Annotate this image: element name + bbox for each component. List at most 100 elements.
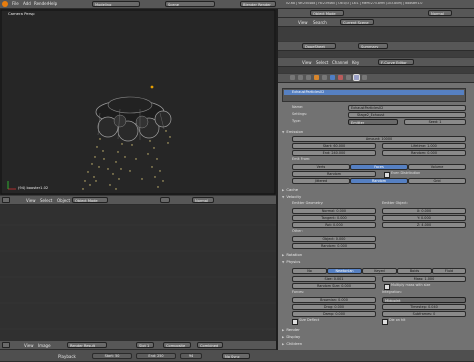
ey-field[interactable]: Y: 0.000 <box>382 215 466 221</box>
type-select[interactable]: Emitter <box>348 119 398 125</box>
menu-file[interactable]: File <box>12 1 19 6</box>
viewport-3d[interactable]: Camera Persp (94) booster1.02 <box>0 9 276 195</box>
shading-normal-select[interactable]: Normal <box>428 10 452 16</box>
ez-field[interactable]: Z: 4.000 <box>382 222 466 228</box>
mode-select[interactable]: Object Mode <box>72 197 108 203</box>
outliner-area[interactable] <box>278 27 474 41</box>
physics-no-button[interactable]: No <box>292 268 327 274</box>
outliner-search-menu[interactable]: Search <box>313 20 327 25</box>
display-panel-header[interactable]: ▶ Display <box>282 334 468 340</box>
start-field[interactable]: Start: 60.000 <box>292 143 376 149</box>
end-frame-field[interactable]: End: 250 <box>136 353 176 359</box>
size-field[interactable]: Size: 0.001 <box>292 276 376 282</box>
sync-select[interactable]: No Sync <box>222 353 250 359</box>
menu-image[interactable]: Image <box>38 343 51 348</box>
blender-logo-icon[interactable] <box>2 1 8 7</box>
settings-field[interactable]: Stage2_Exhaust <box>348 112 466 118</box>
mass-field[interactable]: Mass: 1.000 <box>382 276 466 282</box>
current-frame-field[interactable]: 94 <box>180 353 202 359</box>
editor-type-icon[interactable] <box>2 197 10 203</box>
menu-view[interactable]: View <box>26 198 36 203</box>
image-editor-type-icon[interactable] <box>2 342 10 348</box>
graph-key-menu[interactable]: Key <box>352 60 359 65</box>
constraints-tab-icon[interactable] <box>322 75 327 80</box>
object-tab-icon[interactable] <box>314 75 319 80</box>
menu-view-image[interactable]: View <box>24 343 34 348</box>
graph-select-menu[interactable]: Select <box>316 60 328 65</box>
outliner-view-menu[interactable]: View <box>298 20 308 25</box>
object-velocity-field[interactable]: Object: 0.000 <box>292 236 376 242</box>
image-select[interactable]: Render Result <box>67 342 107 348</box>
slot-select[interactable]: Slot 1 <box>136 342 154 348</box>
menu-object[interactable]: Object <box>57 198 70 203</box>
timestep-field[interactable]: Timestep: 0.040 <box>382 304 466 310</box>
integrator-select[interactable]: Midpoint <box>382 297 466 303</box>
name-field[interactable]: ExhaustParticles02 <box>348 105 466 111</box>
grid-button[interactable]: Grid <box>408 178 466 184</box>
random-size-field[interactable]: Random Size: 0.000 <box>292 283 376 289</box>
fcurve-mode-select[interactable]: F-Curve Editor <box>378 59 414 65</box>
lifetime-field[interactable]: Lifetime: 1.000 <box>382 143 466 149</box>
physics-newtonian-button[interactable]: Newtonian <box>327 268 362 274</box>
particles-tab-icon[interactable] <box>353 74 360 81</box>
random-field[interactable]: Random: 0.000 <box>382 150 466 156</box>
scene-tab-icon[interactable] <box>298 75 303 80</box>
menu-help[interactable]: Help <box>48 1 57 6</box>
render-panel-header[interactable]: ▶ Render <box>282 327 468 333</box>
pivot-select[interactable] <box>160 197 170 203</box>
jittered-button[interactable]: Jittered <box>292 178 350 184</box>
seed-field[interactable]: Seed: 1 <box>404 119 466 125</box>
emission-panel-header[interactable]: ▼ Emission <box>282 129 468 135</box>
velocity-panel-header[interactable]: ▼ Velocity <box>282 194 468 200</box>
graph-area[interactable] <box>278 67 474 73</box>
physics-boids-button[interactable]: Boids <box>397 268 432 274</box>
dopesheet-area[interactable] <box>278 51 474 57</box>
emit-verts-button[interactable]: Verts <box>292 164 350 170</box>
world-tab-icon[interactable] <box>306 75 311 80</box>
ex-field[interactable]: X: 0.000 <box>382 208 466 214</box>
scene-select[interactable]: Scene <box>165 1 215 7</box>
menu-add[interactable]: Add <box>23 1 31 6</box>
graph-view-menu[interactable]: View <box>302 60 312 65</box>
search-scope-select[interactable]: Current Scene <box>340 19 374 25</box>
tangent-field[interactable]: Tangent: 0.000 <box>292 215 376 221</box>
graph-channel-menu[interactable]: Channel <box>332 60 348 65</box>
menu-render[interactable]: Render <box>34 1 48 6</box>
random-dist-button[interactable]: Random <box>350 178 408 184</box>
physics-keyed-button[interactable]: Keyed <box>362 268 397 274</box>
rot-field[interactable]: Rot: 0.000 <box>292 222 376 228</box>
physics-panel-header[interactable]: ▼ Physics <box>282 259 468 265</box>
particle-system-item[interactable]: ExhaustParticles02 <box>284 90 464 95</box>
physics-fluid-button[interactable]: Fluid <box>432 268 466 274</box>
physics-tab-icon[interactable] <box>362 75 367 80</box>
orientation-select[interactable]: Normal <box>192 197 214 203</box>
layout-select[interactable]: Modeling <box>92 1 140 7</box>
normal-field[interactable]: Normal: 0.000 <box>292 208 376 214</box>
dopesheet-select[interactable]: DopeSheet <box>302 43 336 49</box>
children-panel-header[interactable]: ▶ Children <box>282 341 468 347</box>
brownian-field[interactable]: Brownian: 0.000 <box>292 297 376 303</box>
rotation-panel-header[interactable]: ▶ Rotation <box>282 252 468 258</box>
random-velocity-field[interactable]: Random: 0.000 <box>292 243 376 249</box>
emit-faces-button[interactable]: Faces <box>350 164 408 170</box>
object-mode-select[interactable]: Object Mode <box>310 10 344 16</box>
amount-field[interactable]: Amount: 10000 <box>292 136 466 142</box>
render-tab-icon[interactable] <box>290 75 295 80</box>
texture-tab-icon[interactable] <box>346 75 351 80</box>
die-on-hit-checkbox[interactable] <box>382 319 388 325</box>
menu-select[interactable]: Select <box>40 198 52 203</box>
render-engine-select[interactable]: Blender Render <box>240 1 276 7</box>
playback-menu[interactable]: Playback <box>58 354 76 359</box>
end-field[interactable]: End: 240.000 <box>292 150 376 156</box>
emit-volume-button[interactable]: Volume <box>408 164 466 170</box>
size-deflect-checkbox[interactable] <box>292 319 298 325</box>
image-editor[interactable] <box>0 205 276 341</box>
layer-select[interactable]: Composite <box>163 342 191 348</box>
subframes-field[interactable]: Subframes: 0 <box>382 311 466 317</box>
pass-select[interactable]: Combined <box>197 342 223 348</box>
material-tab-icon[interactable] <box>338 75 343 80</box>
drag-field[interactable]: Drag: 0.000 <box>292 304 376 310</box>
cache-panel-header[interactable]: ▶ Cache <box>282 187 468 193</box>
particle-system-list[interactable]: ExhaustParticles02 <box>282 88 466 102</box>
summary-toggle[interactable]: Summary <box>358 43 388 49</box>
